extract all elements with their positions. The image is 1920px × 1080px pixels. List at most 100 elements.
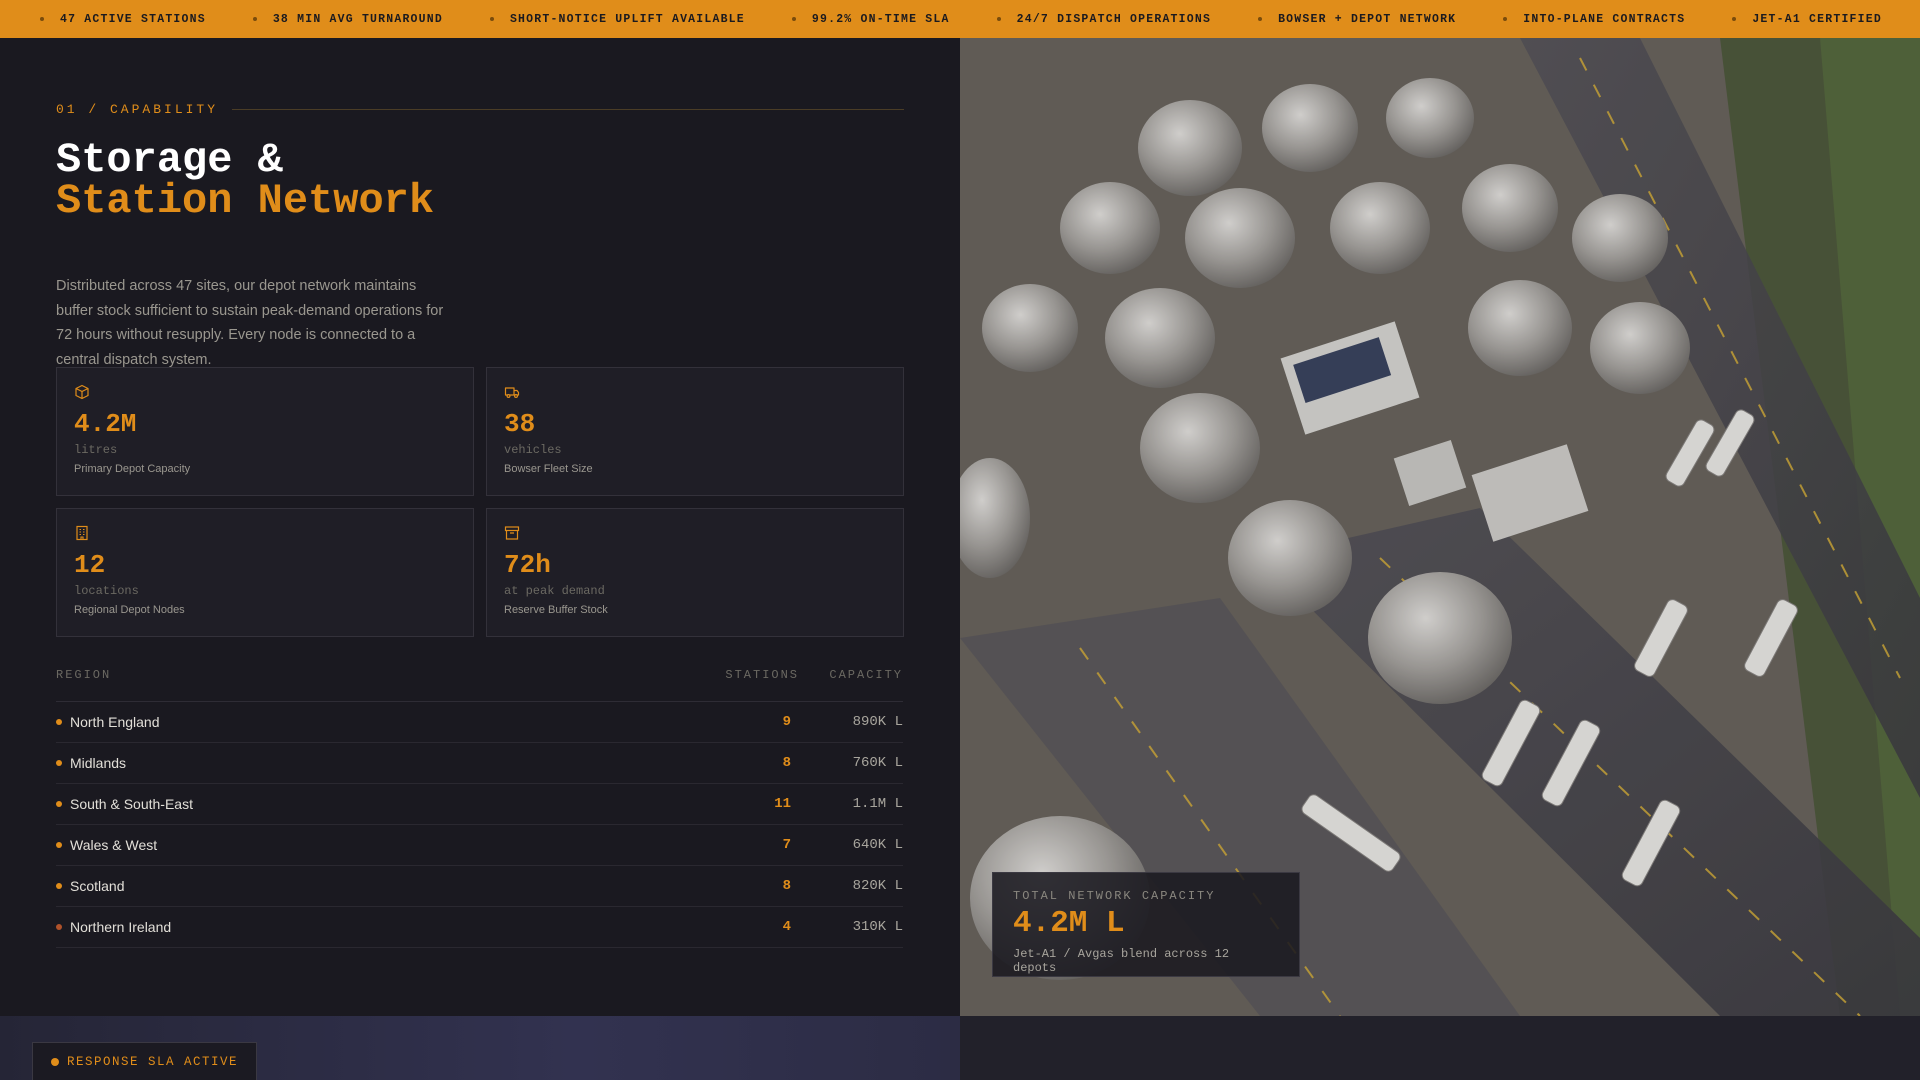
status-dot-icon [51, 1058, 59, 1066]
title-line-1: Storage & [56, 136, 283, 184]
table-row: Northern Ireland 4 310K L [56, 907, 903, 948]
stat-label: Regional Depot Nodes [74, 604, 185, 616]
table-row: South & South-East 11 1.1M L [56, 784, 903, 825]
region-cell: Scotland [56, 878, 719, 894]
dot-icon [1258, 17, 1263, 21]
stat-label: Primary Depot Capacity [74, 463, 191, 475]
region-cell: Midlands [56, 755, 719, 771]
region-cell: South & South-East [56, 796, 719, 812]
capability-panel: 01 / CAPABILITY Storage & Station Networ… [0, 38, 960, 1016]
ticker-text: 99.2% ON-TIME SLA [811, 12, 950, 26]
ticker-text: 24/7 DISPATCH OPERATIONS [1016, 12, 1212, 26]
stat-card-fleet-size: 38 vehicles Bowser Fleet Size [486, 367, 904, 496]
ticker-item: 47 ACTIVE STATIONS [40, 13, 206, 26]
stat-card-buffer-stock: 72h at peak demand Reserve Buffer Stock [486, 508, 904, 637]
table-row: Wales & West 7 640K L [56, 825, 903, 866]
ticker-text: JET-A1 CERTIFIED [1752, 12, 1882, 26]
stations-cell: 9 [782, 714, 791, 730]
dot-icon [56, 842, 62, 848]
stat-label: Reserve Buffer Stock [504, 604, 608, 616]
sla-status-badge: RESPONSE SLA ACTIVE [32, 1042, 257, 1080]
capacity-cell: 890K L [852, 714, 903, 730]
stat-value: 4.2M [74, 409, 137, 439]
capacity-card-value: 4.2M L [1013, 906, 1125, 941]
stat-value: 72h [504, 550, 551, 580]
region-cell: North England [56, 714, 719, 730]
next-section-preview-right [960, 1016, 1920, 1080]
dot-icon [56, 801, 62, 807]
dot-icon [56, 760, 62, 766]
stations-cell: 8 [782, 878, 791, 894]
dot-icon [252, 17, 257, 21]
ticker-text: BOWSER + DEPOT NETWORK [1278, 12, 1457, 26]
column-header-region: REGION [56, 668, 112, 682]
stat-card-depot-capacity: 4.2M litres Primary Depot Capacity [56, 367, 474, 496]
building-icon [76, 525, 88, 541]
truck-icon [504, 387, 520, 399]
ticker-item: JET-A1 CERTIFIED [1732, 13, 1882, 26]
dot-icon [56, 924, 62, 930]
dot-icon [1732, 17, 1737, 21]
stations-cell: 8 [782, 755, 791, 771]
ticker-item: BOWSER + DEPOT NETWORK [1258, 13, 1456, 26]
stat-value: 38 [504, 409, 536, 439]
ticker-text: INTO-PLANE CONTRACTS [1523, 12, 1686, 26]
dot-icon [40, 17, 44, 21]
stat-unit: vehicles [504, 443, 562, 457]
ticker-item: INTO-PLANE CONTRACTS [1503, 13, 1685, 26]
region-name: North England [70, 714, 160, 730]
ticker-item: 99.2% ON-TIME SLA [791, 12, 950, 26]
depot-aerial-image: TOTAL NETWORK CAPACITY 4.2M L Jet-A1 / A… [960, 38, 1920, 1016]
ticker-text: SHORT-NOTICE UPLIFT AVAILABLE [509, 12, 745, 26]
section-description: Distributed across 47 sites, our depot n… [56, 278, 444, 368]
fuel-depot-illustration [960, 38, 1920, 1016]
capacity-card-subtitle: Jet-A1 / Avgas blend across 12 depots [1013, 947, 1230, 975]
table-row: Midlands 8 760K L [56, 743, 903, 784]
region-table: REGION STATIONS CAPACITY North England 9… [56, 668, 903, 948]
ticker-item: SHORT-NOTICE UPLIFT AVAILABLE [489, 12, 745, 26]
ticker-item: 38 MIN AVG TURNAROUND [252, 12, 443, 26]
section-eyebrow: 01 / CAPABILITY [56, 102, 904, 117]
title-line-2: Station Network [56, 177, 435, 225]
stats-grid: 4.2M litres Primary Depot Capacity 38 ve… [56, 367, 904, 637]
table-row: Scotland 8 820K L [56, 866, 903, 907]
region-cell: Northern Ireland [56, 919, 719, 935]
region-name: Wales & West [70, 837, 158, 853]
capacity-card-label: TOTAL NETWORK CAPACITY [1013, 889, 1216, 903]
dot-icon [56, 719, 62, 725]
capacity-cell: 760K L [852, 755, 903, 771]
eyebrow-divider [232, 109, 904, 110]
region-name: Northern Ireland [70, 919, 172, 935]
table-row: North England 9 890K L [56, 702, 903, 743]
stations-cell: 7 [782, 837, 791, 853]
box-icon [75, 384, 89, 400]
region-cell: Wales & West [56, 837, 719, 853]
table-header: REGION STATIONS CAPACITY [56, 668, 903, 702]
ticker-text: 47 ACTIVE STATIONS [60, 12, 206, 26]
eyebrow-text: 01 / CAPABILITY [56, 102, 219, 117]
page-title: Storage & Station Network [56, 136, 435, 225]
stat-unit: locations [74, 584, 139, 598]
stations-cell: 4 [782, 919, 791, 935]
dot-icon [489, 17, 494, 21]
column-header-capacity: CAPACITY [829, 668, 903, 682]
stat-unit: at peak demand [504, 584, 605, 598]
archive-icon [504, 526, 520, 540]
capacity-cell: 640K L [852, 837, 903, 853]
sla-badge-text: RESPONSE SLA ACTIVE [67, 1055, 239, 1069]
ticker-text: 38 MIN AVG TURNAROUND [272, 12, 443, 26]
stat-value: 12 [74, 550, 106, 580]
stat-unit: litres [74, 443, 118, 457]
ticker-bar: 47 ACTIVE STATIONS 38 MIN AVG TURNAROUND… [0, 0, 1920, 38]
region-name: Midlands [70, 755, 127, 771]
stations-cell: 11 [774, 796, 791, 812]
column-header-stations: STATIONS [725, 668, 799, 682]
capacity-cell: 820K L [852, 878, 903, 894]
dot-icon [56, 883, 62, 889]
stat-card-depot-nodes: 12 locations Regional Depot Nodes [56, 508, 474, 637]
total-capacity-card: TOTAL NETWORK CAPACITY 4.2M L Jet-A1 / A… [992, 872, 1300, 977]
capacity-cell: 1.1M L [852, 796, 903, 812]
dot-icon [996, 17, 1001, 21]
capacity-cell: 310K L [852, 919, 903, 935]
dot-icon [791, 17, 796, 21]
